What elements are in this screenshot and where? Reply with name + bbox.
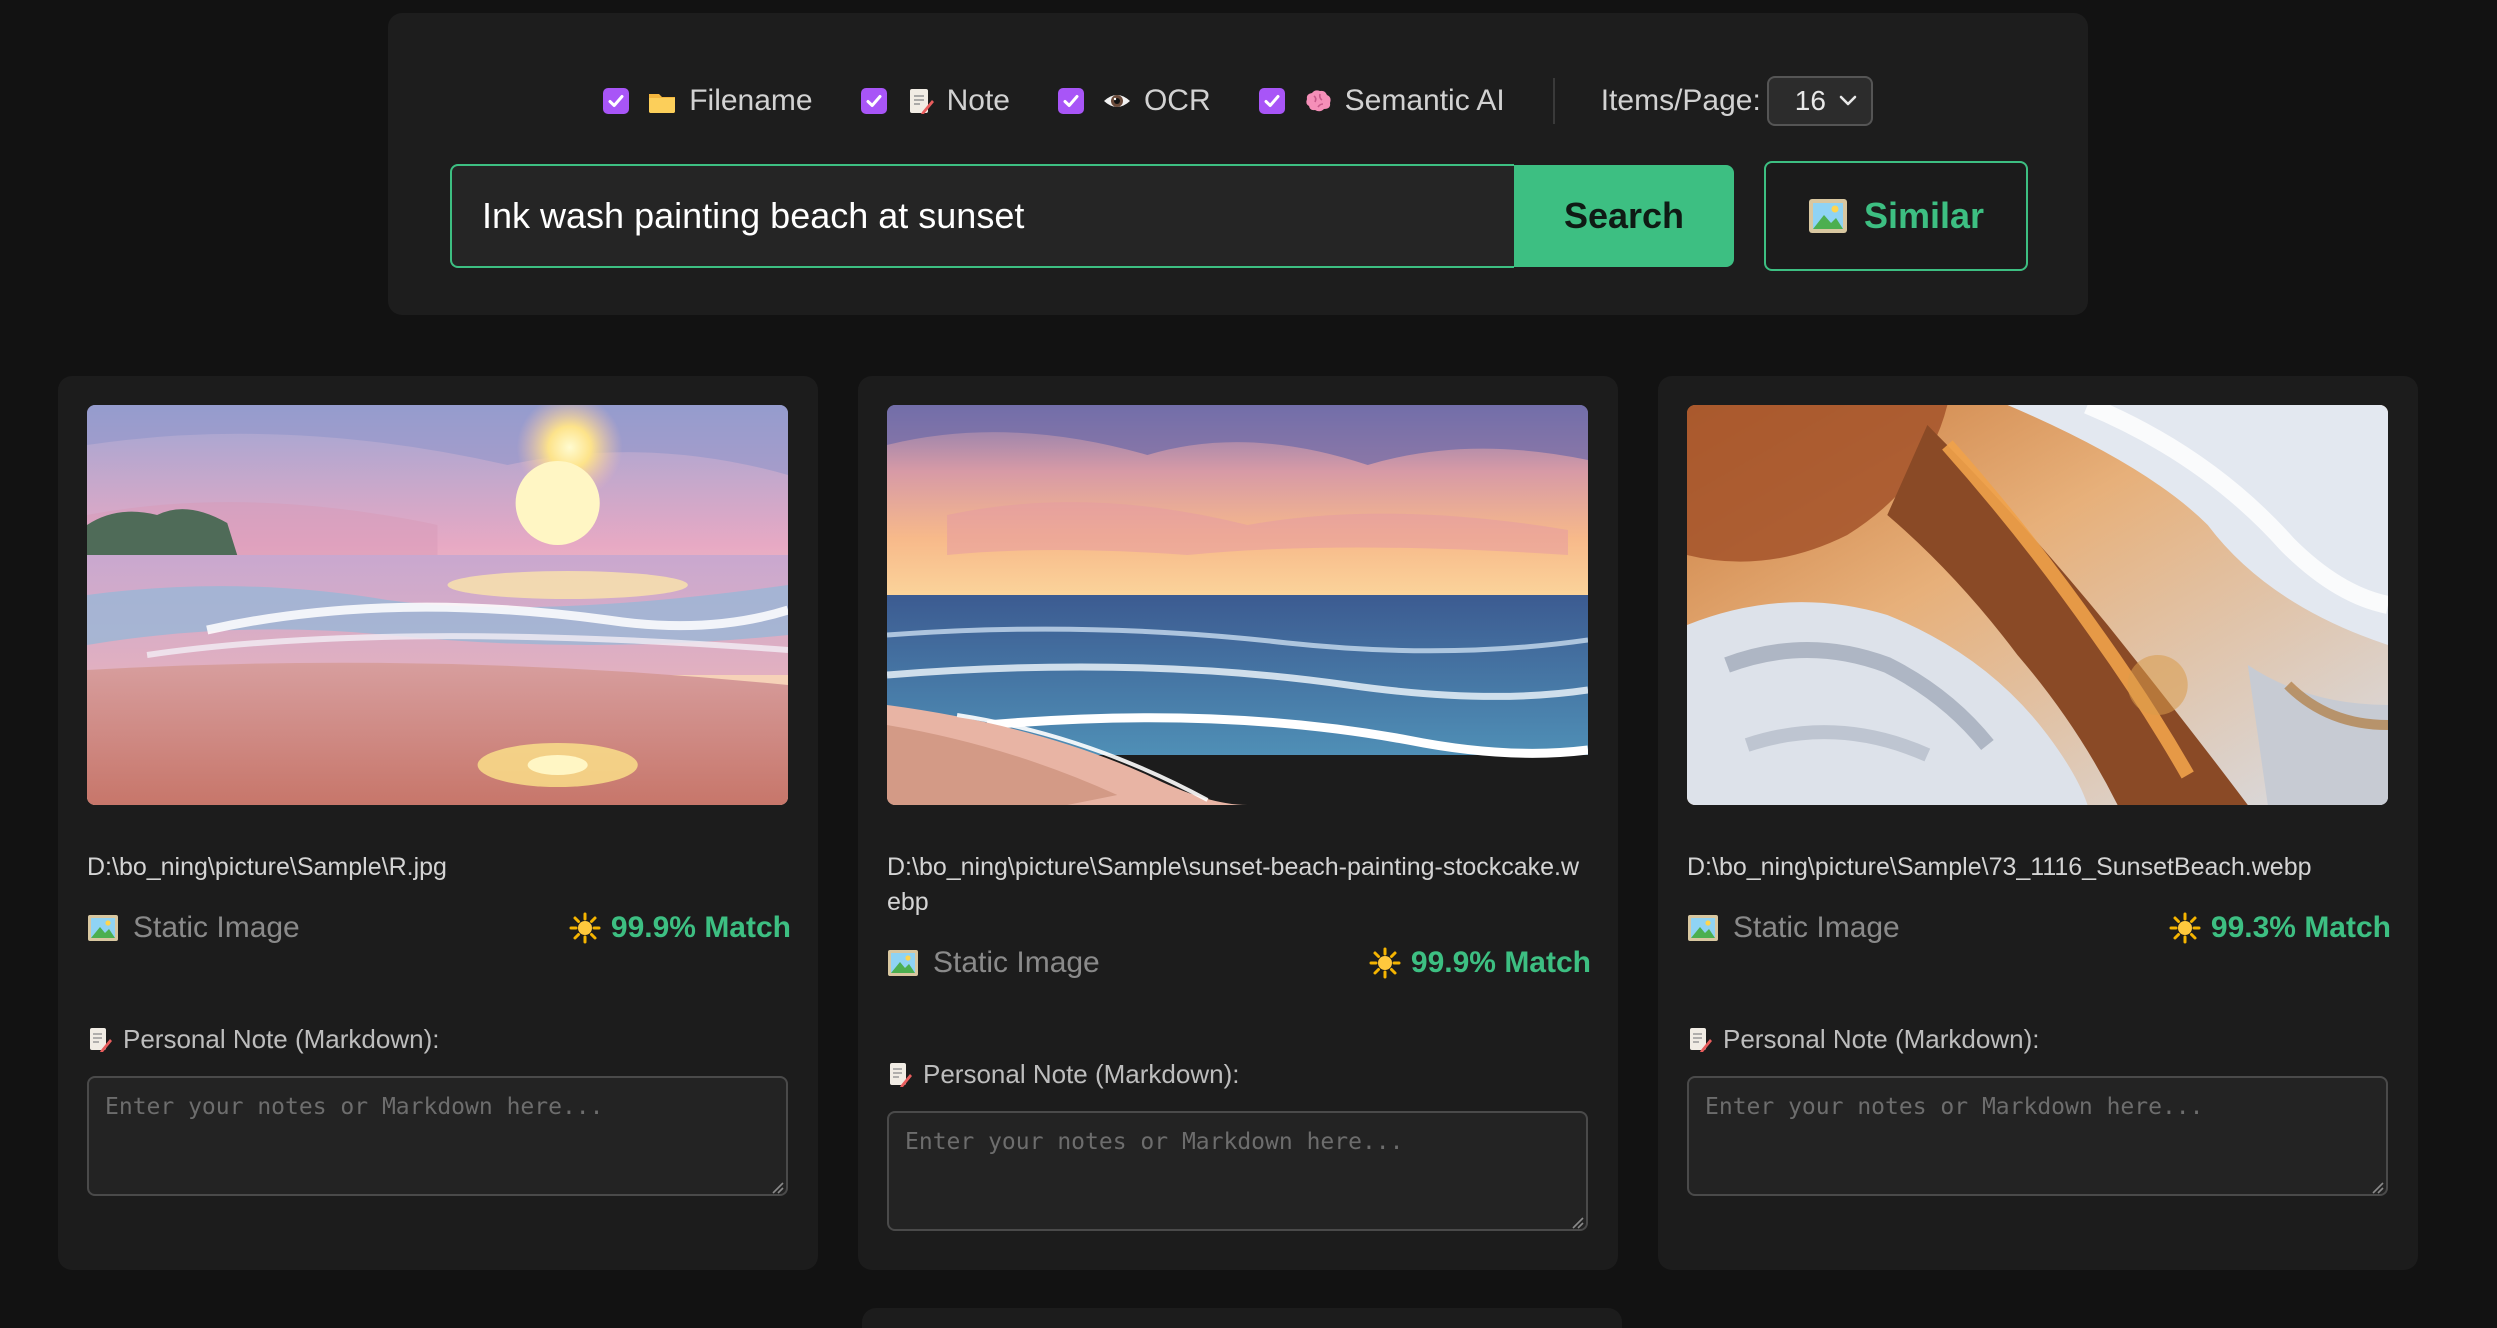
- items-per-page-label: Items/Page:: [1600, 84, 1761, 117]
- items-per-page-value: 16: [1794, 85, 1826, 116]
- result-file-path: D:\bo_ning\picture\Sample\73_1116_Sunset…: [1687, 853, 2312, 881]
- note-label-text: Personal Note (Markdown):: [1723, 1024, 2040, 1054]
- framed-picture-icon: [888, 950, 918, 976]
- sun-icon: [1369, 947, 1401, 979]
- result-type-label: Static Image: [1733, 911, 1900, 944]
- framed-picture-icon: [88, 915, 118, 941]
- memo-icon: [890, 1062, 912, 1087]
- items-per-page-select[interactable]: 16: [1766, 76, 1873, 126]
- memo-icon: [1690, 1027, 1712, 1052]
- result-type: Static Image: [887, 946, 1100, 980]
- filename-checkbox[interactable]: [603, 88, 630, 114]
- filter-ocr-label: OCR: [1143, 84, 1211, 117]
- filter-note[interactable]: Note: [860, 84, 1010, 118]
- filter-ocr[interactable]: OCR: [1057, 84, 1211, 118]
- result-file-path: D:\bo_ning\picture\Sample\R.jpg: [87, 853, 447, 881]
- result-match-label: 99.9% Match: [610, 911, 791, 944]
- filter-filename[interactable]: Filename: [603, 84, 813, 118]
- note-label: Personal Note (Markdown):: [87, 1024, 439, 1055]
- note-label: Personal Note (Markdown):: [1687, 1024, 2039, 1055]
- result-thumbnail[interactable]: [887, 405, 1588, 805]
- eye-icon: [1102, 86, 1132, 116]
- folder-icon: [647, 86, 677, 116]
- result-card: D:\bo_ning\picture\Sample\73_1116_Sunset…: [1658, 376, 2418, 1270]
- result-match-score: 99.3% Match: [2169, 911, 2391, 945]
- memo-icon: [905, 86, 935, 116]
- note-textarea[interactable]: [87, 1076, 788, 1196]
- result-meta: Static Image 99.3% Match: [1687, 906, 2391, 950]
- filter-filename-label: Filename: [689, 84, 813, 117]
- framed-picture-icon: [1808, 199, 1847, 233]
- result-thumbnail[interactable]: [87, 405, 788, 805]
- result-thumbnail[interactable]: [1687, 405, 2388, 805]
- result-match-label: 99.9% Match: [1410, 946, 1591, 979]
- filter-note-label: Note: [946, 84, 1010, 117]
- note-label-text: Personal Note (Markdown):: [123, 1024, 440, 1054]
- chevron-down-icon: [1839, 95, 1857, 106]
- search-input[interactable]: [450, 164, 1514, 268]
- filter-semantic-ai[interactable]: Semantic AI: [1258, 84, 1505, 118]
- filter-divider: [1552, 78, 1555, 124]
- result-match-label: 99.3% Match: [2210, 911, 2391, 944]
- note-checkbox[interactable]: [860, 88, 887, 114]
- similar-button[interactable]: Similar: [1764, 161, 2028, 271]
- result-meta: Static Image 99.9% Match: [87, 906, 791, 950]
- filter-semantic-ai-label: Semantic AI: [1344, 84, 1505, 117]
- search-filters: Filename Note OCR Semantic AI Items/Page…: [388, 75, 2088, 127]
- brain-icon: [1303, 86, 1333, 116]
- search-row: Search Similar: [450, 156, 2028, 276]
- result-type-label: Static Image: [933, 946, 1100, 979]
- note-textarea[interactable]: [887, 1111, 1588, 1231]
- sun-icon: [569, 912, 601, 944]
- result-match-score: 99.9% Match: [569, 911, 791, 945]
- search-button[interactable]: Search: [1514, 165, 1734, 267]
- similar-button-label: Similar: [1863, 195, 1985, 236]
- note-label: Personal Note (Markdown):: [887, 1059, 1239, 1090]
- semantic-ai-checkbox[interactable]: [1258, 88, 1285, 114]
- next-result-card-edge: [862, 1308, 1622, 1328]
- search-panel: Filename Note OCR Semantic AI Items/Page…: [388, 13, 2088, 315]
- result-card: D:\bo_ning\picture\Sample\sunset-beach-p…: [858, 376, 1618, 1270]
- items-per-page: Items/Page: 16: [1601, 76, 1873, 126]
- result-match-score: 99.9% Match: [1369, 946, 1591, 980]
- result-file-path: D:\bo_ning\picture\Sample\sunset-beach-p…: [887, 853, 1580, 916]
- memo-icon: [90, 1027, 112, 1052]
- result-type: Static Image: [1687, 911, 1900, 945]
- note-textarea[interactable]: [1687, 1076, 2388, 1196]
- result-meta: Static Image 99.9% Match: [887, 941, 1591, 985]
- result-type: Static Image: [87, 911, 300, 945]
- framed-picture-icon: [1688, 915, 1718, 941]
- note-label-text: Personal Note (Markdown):: [923, 1059, 1240, 1089]
- sun-icon: [2169, 912, 2201, 944]
- result-card: D:\bo_ning\picture\Sample\R.jpg Static I…: [58, 376, 818, 1270]
- result-type-label: Static Image: [133, 911, 300, 944]
- ocr-checkbox[interactable]: [1057, 88, 1084, 114]
